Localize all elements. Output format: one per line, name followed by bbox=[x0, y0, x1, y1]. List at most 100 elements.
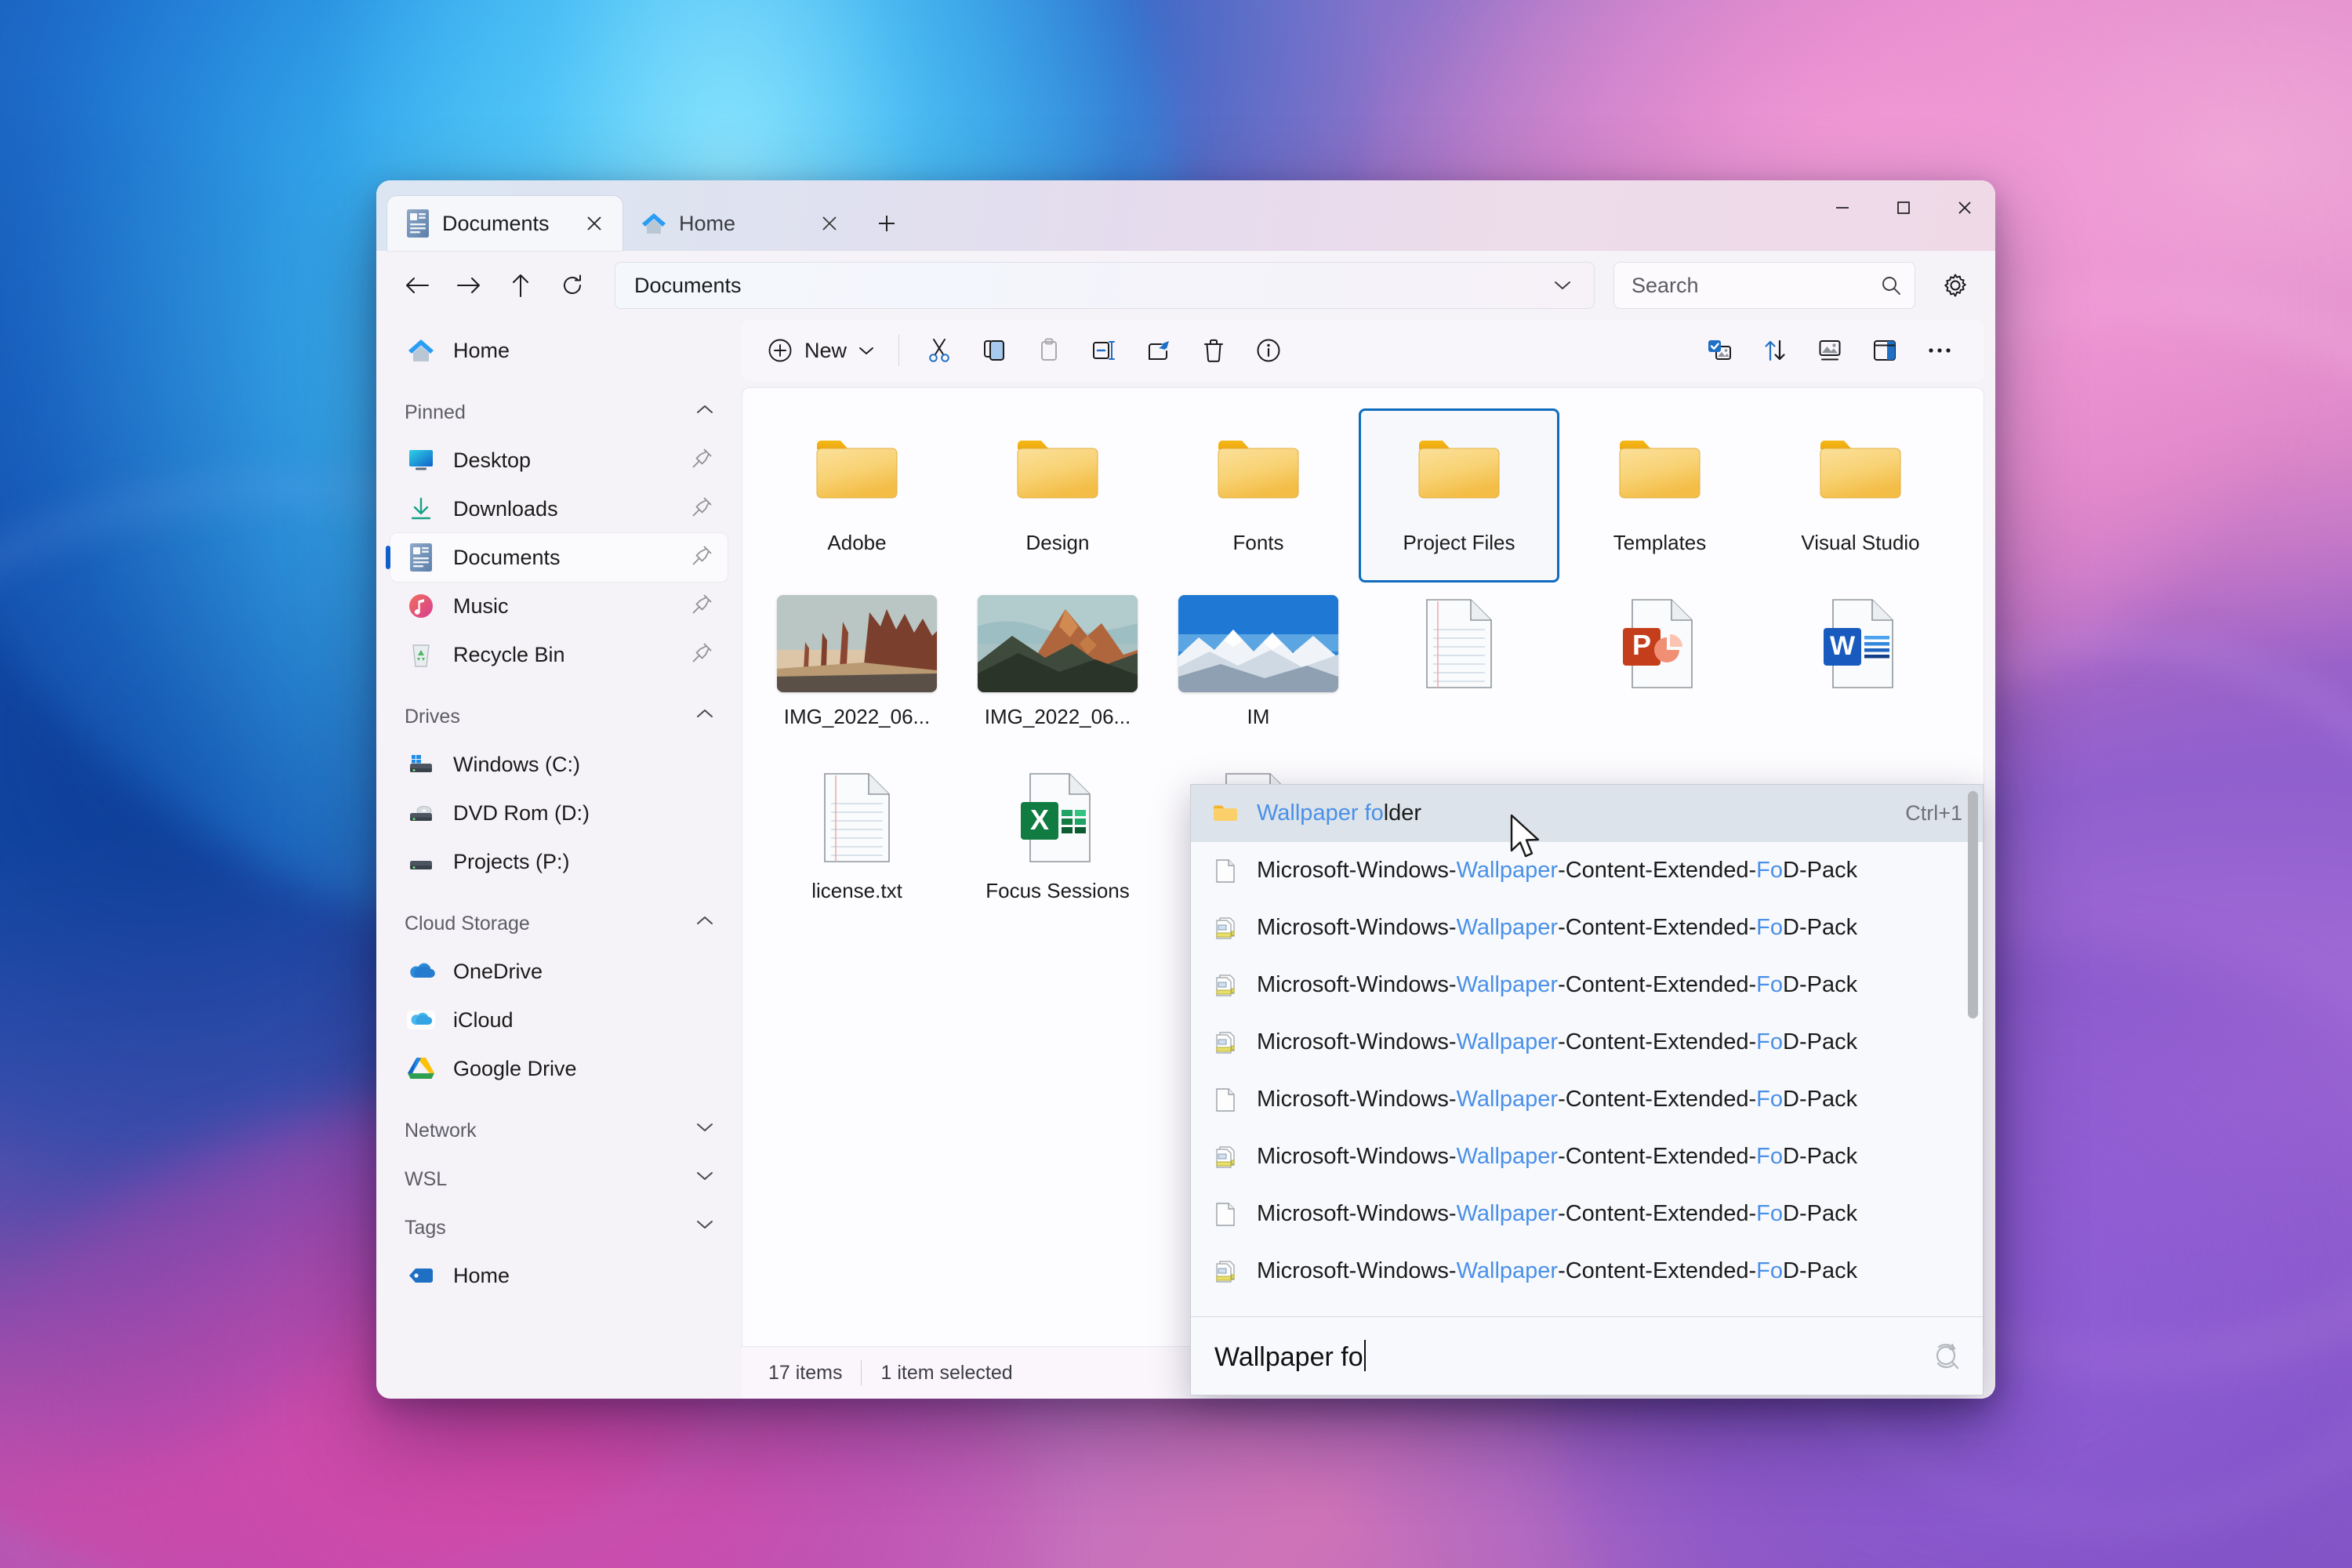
more-options-button[interactable] bbox=[1912, 328, 1967, 373]
chevron-down-icon[interactable] bbox=[858, 345, 875, 356]
new-tab-button[interactable] bbox=[869, 205, 905, 241]
pin-icon[interactable] bbox=[690, 593, 717, 619]
file-item-selected[interactable]: Project Files bbox=[1359, 408, 1559, 583]
file-item[interactable]: X Focus Sessions bbox=[957, 757, 1158, 931]
pin-icon[interactable] bbox=[690, 544, 717, 571]
file-item[interactable]: Templates bbox=[1559, 408, 1760, 583]
settings-gear-icon[interactable] bbox=[1933, 263, 1978, 308]
file-item[interactable]: IM bbox=[1158, 583, 1359, 757]
new-button[interactable]: New bbox=[756, 328, 886, 373]
back-button[interactable] bbox=[395, 263, 439, 307]
pin-icon[interactable] bbox=[690, 447, 717, 474]
tab-close-icon[interactable] bbox=[579, 208, 610, 239]
maximize-button[interactable] bbox=[1873, 180, 1934, 235]
file-item[interactable]: IMG_2022_06... bbox=[757, 583, 957, 757]
sidebar-item-downloads[interactable]: Downloads bbox=[390, 485, 728, 533]
autocomplete-row-selected[interactable]: Wallpaper folder Ctrl+1 bbox=[1191, 785, 1983, 842]
autocomplete-row[interactable]: Microsoft-Windows-Wallpaper-Content-Exte… bbox=[1191, 1185, 1983, 1243]
file-item[interactable]: Fonts bbox=[1158, 408, 1359, 583]
view-button[interactable] bbox=[1802, 328, 1857, 373]
autocomplete-row[interactable]: Microsoft-Windows-Wallpaper-Content-Exte… bbox=[1191, 1014, 1983, 1071]
copy-button[interactable] bbox=[967, 328, 1022, 373]
file-item[interactable]: P bbox=[1559, 583, 1760, 757]
tab-home[interactable]: Home bbox=[622, 196, 858, 251]
forward-button[interactable] bbox=[447, 263, 491, 307]
sidebar-group-network[interactable]: Network bbox=[390, 1107, 728, 1154]
cut-button[interactable] bbox=[912, 328, 967, 373]
sidebar-item-music[interactable]: Music bbox=[390, 582, 728, 630]
file-item[interactable]: license.txt bbox=[757, 757, 957, 931]
tab-documents[interactable]: Documents bbox=[387, 196, 622, 251]
matched-text: Wallpaper bbox=[1456, 915, 1559, 940]
windows-drive-icon bbox=[405, 748, 437, 781]
chevron-down-icon[interactable] bbox=[695, 1218, 715, 1238]
sidebar-item-windows-c[interactable]: Windows (C:) bbox=[390, 740, 728, 789]
sidebar-item-dvd-rom-d[interactable]: DVD Rom (D:) bbox=[390, 789, 728, 837]
matched-text: Wallpaper bbox=[1456, 1029, 1559, 1054]
file-item[interactable]: Design bbox=[957, 408, 1158, 583]
rename-button[interactable] bbox=[1076, 328, 1131, 373]
autocomplete-row[interactable]: Microsoft-Windows-Wallpaper-Content-Exte… bbox=[1191, 899, 1983, 956]
select-all-button[interactable] bbox=[1693, 328, 1748, 373]
autocomplete-input[interactable]: Wallpaper fo bbox=[1191, 1316, 1983, 1395]
navigation-sidebar: Home Pinned Desktop Downloads Documents … bbox=[376, 320, 742, 1399]
folder-icon bbox=[1813, 419, 1907, 520]
suffix-text: D-Pack bbox=[1783, 972, 1858, 997]
file-item[interactable]: Adobe bbox=[757, 408, 957, 583]
matched-text-2: Fo bbox=[1756, 1029, 1784, 1054]
sidebar-item-documents[interactable]: Documents bbox=[386, 533, 728, 582]
sidebar-item-recycle-bin[interactable]: Recycle Bin bbox=[390, 630, 728, 679]
autocomplete-row[interactable]: Microsoft-Windows-Wallpaper-Content-Exte… bbox=[1191, 1071, 1983, 1128]
address-bar[interactable]: Documents bbox=[615, 262, 1595, 309]
paste-button[interactable] bbox=[1022, 328, 1076, 373]
rest-text: lder bbox=[1383, 800, 1422, 826]
chevron-down-icon[interactable] bbox=[1545, 279, 1580, 292]
layout-pane-button[interactable] bbox=[1857, 328, 1912, 373]
search-input[interactable]: Search bbox=[1613, 262, 1915, 309]
autocomplete-row[interactable]: Microsoft-Windows-Wallpaper-Content-Exte… bbox=[1191, 1243, 1983, 1300]
sidebar-item-icloud[interactable]: iCloud bbox=[390, 996, 728, 1044]
chevron-down-icon[interactable] bbox=[695, 1120, 715, 1141]
autocomplete-text: Microsoft-Windows-Wallpaper-Content-Exte… bbox=[1257, 1201, 1970, 1227]
up-button[interactable] bbox=[499, 263, 543, 307]
properties-button[interactable] bbox=[1241, 328, 1296, 373]
sidebar-item-label: Downloads bbox=[453, 496, 558, 521]
minimize-button[interactable] bbox=[1812, 180, 1873, 235]
sidebar-group-pinned[interactable]: Pinned bbox=[390, 389, 728, 436]
sidebar-item-home[interactable]: Home bbox=[390, 326, 728, 375]
autocomplete-scrollbar-thumb[interactable] bbox=[1968, 791, 1978, 1018]
sidebar-group-cloud-storage[interactable]: Cloud Storage bbox=[390, 900, 728, 947]
sidebar-group-drives[interactable]: Drives bbox=[390, 693, 728, 740]
pin-icon[interactable] bbox=[690, 495, 717, 522]
file-item[interactable]: W bbox=[1760, 583, 1961, 757]
chevron-up-icon[interactable] bbox=[695, 706, 715, 727]
autocomplete-row[interactable]: Microsoft-Windows-Wallpaper-Content-Exte… bbox=[1191, 1128, 1983, 1185]
music-icon bbox=[405, 590, 437, 622]
file-item[interactable]: Visual Studio bbox=[1760, 408, 1961, 583]
chevron-up-icon[interactable] bbox=[695, 402, 715, 423]
matched-text-2: Fo bbox=[1756, 915, 1784, 940]
sidebar-group-tags[interactable]: Tags bbox=[390, 1204, 728, 1251]
sidebar-item-projects-p[interactable]: Projects (P:) bbox=[390, 837, 728, 886]
close-button[interactable] bbox=[1934, 180, 1995, 235]
autocomplete-row[interactable]: Microsoft-Windows-Wallpaper-Content-Exte… bbox=[1191, 956, 1983, 1014]
share-button[interactable] bbox=[1131, 328, 1186, 373]
sidebar-group-wsl[interactable]: WSL bbox=[390, 1156, 728, 1203]
delete-button[interactable] bbox=[1186, 328, 1241, 373]
sidebar-item-tag-home[interactable]: Home bbox=[390, 1251, 728, 1300]
sidebar-item-desktop[interactable]: Desktop bbox=[390, 436, 728, 485]
refresh-button[interactable] bbox=[550, 263, 594, 307]
tab-close-icon[interactable] bbox=[814, 208, 845, 239]
sort-button[interactable] bbox=[1748, 328, 1802, 373]
search-refresh-icon[interactable] bbox=[1928, 1338, 1964, 1374]
folder-icon bbox=[1211, 419, 1305, 520]
chevron-down-icon[interactable] bbox=[695, 1169, 715, 1189]
file-item[interactable]: IMG_2022_06... bbox=[957, 583, 1158, 757]
autocomplete-row[interactable]: Microsoft-Windows-Wallpaper-Content-Exte… bbox=[1191, 842, 1983, 899]
sidebar-item-onedrive[interactable]: OneDrive bbox=[390, 947, 728, 996]
window-controls bbox=[1812, 180, 1995, 235]
chevron-up-icon[interactable] bbox=[695, 913, 715, 934]
file-item[interactable] bbox=[1359, 583, 1559, 757]
sidebar-item-google-drive[interactable]: Google Drive bbox=[390, 1044, 728, 1093]
pin-icon[interactable] bbox=[690, 641, 717, 668]
